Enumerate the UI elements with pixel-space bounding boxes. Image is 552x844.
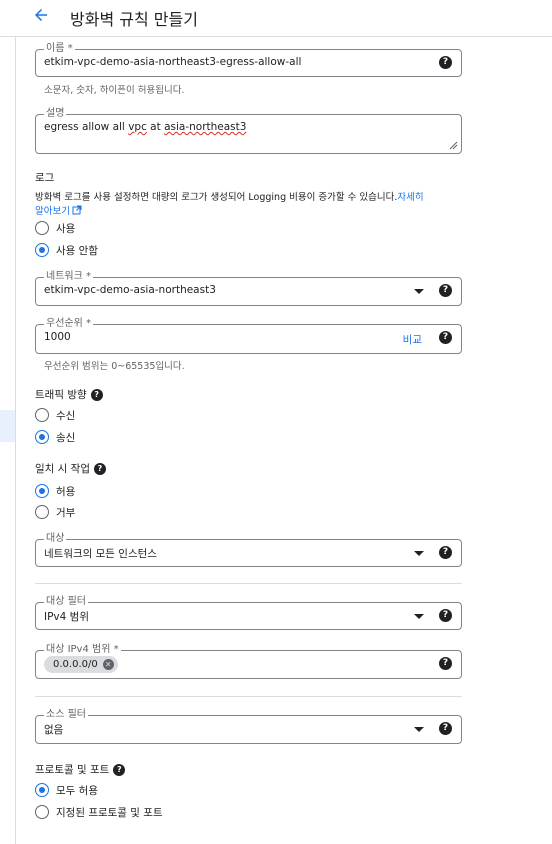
ingress-label: 수신 (56, 410, 76, 422)
destination-ipv4-field[interactable]: 대상 IPv4 범위 * 0.0.0.0/0 ✕ ? (35, 643, 462, 679)
page-header: 방화벽 규칙 만들기 (0, 0, 552, 37)
specified-protocols-radio[interactable] (35, 805, 49, 819)
description-label: 설명 (44, 107, 67, 120)
help-icon[interactable]: ? (439, 331, 452, 344)
help-icon[interactable]: ? (439, 609, 452, 622)
logs-off-radio[interactable] (35, 243, 49, 257)
logs-title: 로그 (35, 172, 55, 184)
logs-off-label: 사용 안함 (56, 245, 98, 257)
target-select[interactable]: 대상 네트워크의 모든 인스턴스 ? (35, 532, 462, 567)
ingress-radio[interactable] (35, 408, 49, 422)
left-panel-border (15, 36, 16, 844)
destination-filter-select[interactable]: 대상 필터 IPv4 범위 ? (35, 595, 462, 630)
priority-field[interactable]: 우선순위 * 1000 비교 ? (35, 317, 462, 354)
logs-description: 방화벽 로그를 사용 설정하면 대량의 로그가 생성되어 Logging 비용이… (35, 191, 465, 219)
description-value[interactable]: egress allow all vpc at asia-northeast3 (44, 121, 246, 133)
help-icon[interactable]: ? (93, 463, 106, 475)
priority-hint: 우선순위 범위는 0~65535입니다. (44, 361, 185, 372)
egress-radio[interactable] (35, 430, 49, 444)
specified-protocols-label: 지정된 프로토콜 및 포트 (56, 807, 163, 819)
network-select[interactable]: 네트워크 * etkim-vpc-demo-asia-northeast3 ? (35, 270, 462, 306)
description-field[interactable]: 설명 egress allow all vpc at asia-northeas… (35, 107, 462, 154)
deny-radio[interactable] (35, 505, 49, 519)
deny-label: 거부 (56, 507, 76, 519)
name-hint: 소문자, 숫자, 하이픈이 허용됩니다. (44, 85, 185, 96)
chevron-down-icon[interactable] (414, 289, 424, 294)
page-title: 방화벽 규칙 만들기 (70, 10, 198, 29)
traffic-direction-title: 트래픽 방향? (35, 387, 103, 402)
chevron-down-icon[interactable] (414, 614, 424, 619)
divider (35, 583, 462, 584)
left-panel-highlight (0, 410, 15, 442)
allow-radio[interactable] (35, 484, 49, 498)
help-icon[interactable]: ? (439, 722, 452, 735)
compare-link[interactable]: 비교 (403, 332, 422, 347)
allow-label: 허용 (56, 486, 76, 498)
allow-all-label: 모두 허용 (56, 785, 98, 797)
name-value[interactable]: etkim-vpc-demo-asia-northeast3-egress-al… (44, 56, 301, 68)
help-icon[interactable]: ? (90, 389, 103, 401)
destination-ipv4-label: 대상 IPv4 범위 * (44, 643, 121, 656)
arrow-back-icon[interactable] (32, 6, 50, 24)
help-icon[interactable]: ? (113, 764, 126, 776)
network-value: etkim-vpc-demo-asia-northeast3 (44, 284, 216, 296)
action-title: 일치 시 작업? (35, 461, 106, 476)
chevron-down-icon[interactable] (414, 551, 424, 556)
help-icon[interactable]: ? (439, 56, 452, 69)
source-filter-value: 없음 (44, 724, 64, 736)
logs-text: 방화벽 로그를 사용 설정하면 대량의 로그가 생성되어 Logging 비용이… (35, 192, 398, 203)
help-icon[interactable]: ? (439, 657, 452, 670)
source-filter-select[interactable]: 소스 필터 없음 ? (35, 708, 462, 744)
destination-filter-value: IPv4 범위 (44, 611, 89, 623)
ip-range-chip[interactable]: 0.0.0.0/0 ✕ (44, 656, 118, 673)
destination-filter-label: 대상 필터 (44, 595, 88, 608)
logs-on-label: 사용 (56, 223, 76, 235)
divider (35, 696, 462, 697)
name-field[interactable]: 이름 * etkim-vpc-demo-asia-northeast3-egre… (35, 42, 462, 77)
logs-on-radio[interactable] (35, 221, 49, 235)
name-label: 이름 * (44, 42, 75, 55)
help-icon[interactable]: ? (439, 284, 452, 297)
allow-all-radio[interactable] (35, 783, 49, 797)
network-label: 네트워크 * (44, 270, 93, 283)
resize-handle-icon[interactable] (449, 141, 458, 150)
ip-range-chip-text: 0.0.0.0/0 (53, 659, 98, 670)
protocols-title: 프로토콜 및 포트? (35, 762, 126, 777)
chevron-down-icon[interactable] (414, 727, 424, 732)
egress-label: 송신 (56, 432, 76, 444)
help-icon[interactable]: ? (439, 546, 452, 559)
priority-label: 우선순위 * (44, 317, 93, 330)
priority-value[interactable]: 1000 (44, 331, 71, 343)
source-filter-label: 소스 필터 (44, 708, 88, 721)
target-label: 대상 (44, 532, 67, 545)
open-in-new-icon (72, 205, 82, 215)
cancel-icon[interactable]: ✕ (102, 659, 114, 670)
target-value: 네트워크의 모든 인스턴스 (44, 548, 157, 560)
